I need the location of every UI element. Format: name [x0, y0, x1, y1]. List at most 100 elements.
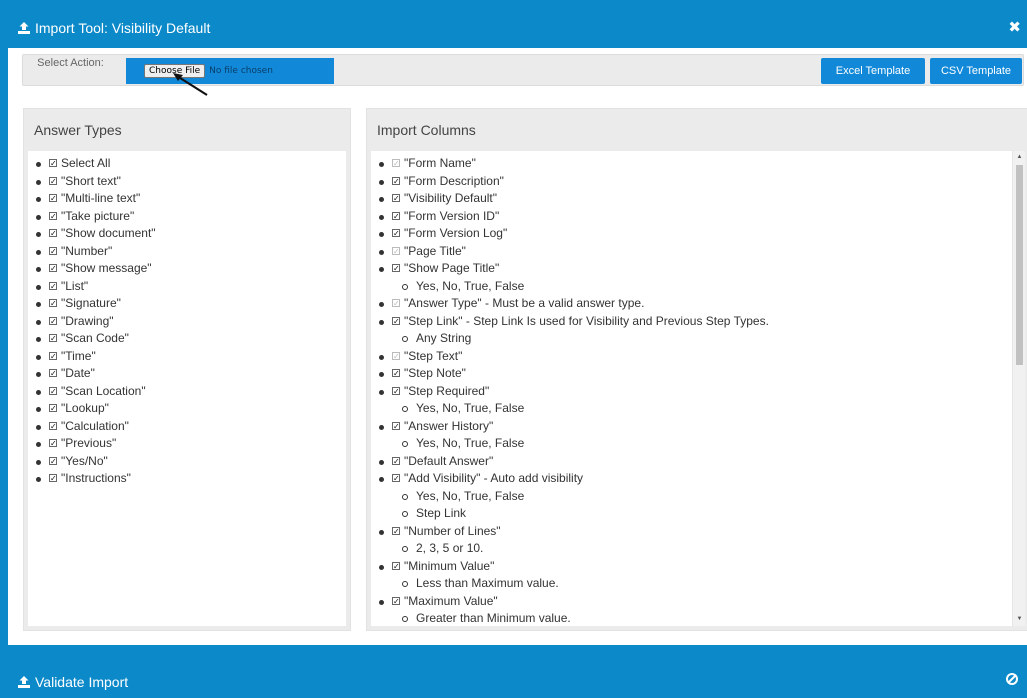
import-columns-list-container: ✓ "Form Name" ✓ "Form Description" ✓ "Visibil… — [371, 151, 1025, 626]
import-column-label: "Form Version ID" — [404, 208, 500, 223]
checkbox[interactable]: ✓ — [392, 421, 400, 430]
checkbox[interactable]: ✓ — [49, 351, 57, 360]
import-column-label: "Step Required" — [404, 383, 490, 398]
bullet-icon — [36, 214, 41, 220]
checkbox[interactable]: ✓ — [392, 316, 400, 325]
import-column-item[interactable]: ✓ "Default Answer" — [371, 453, 1025, 471]
import-column-label: "Page Title" — [404, 243, 466, 258]
import-column-item[interactable]: ✓ "Answer History" — [371, 418, 1025, 436]
circle-bullet-icon — [402, 441, 408, 447]
checkbox[interactable]: ✓ — [49, 194, 57, 202]
import-column-item[interactable]: ✓ "Step Text" — [371, 348, 1025, 366]
answer-type-item[interactable]: ✓ "List" — [28, 278, 346, 296]
answer-type-item[interactable]: ✓ "Previous" — [28, 435, 346, 453]
circle-bullet-icon — [402, 511, 408, 517]
answer-type-item[interactable]: ✓ "Signature" — [28, 295, 346, 313]
import-column-item[interactable]: ✓ "Step Link" - Step Link Is used for Vis… — [371, 313, 1025, 331]
checkbox[interactable]: ✓ — [392, 456, 400, 465]
bullet-icon — [36, 284, 41, 290]
checkbox[interactable]: ✓ — [392, 526, 400, 535]
import-column-item[interactable]: ✓ "Step Note" — [371, 365, 1025, 383]
scroll-down-icon[interactable]: ▼ — [1013, 613, 1025, 626]
checkbox[interactable]: ✓ — [49, 264, 57, 272]
import-column-subitem: Any String — [371, 330, 1025, 348]
answer-type-item[interactable]: ✓ "Lookup" — [28, 400, 346, 418]
answer-type-item[interactable]: ✓ "Instructions" — [28, 470, 346, 488]
answer-type-item[interactable]: ✓ "Number" — [28, 243, 346, 261]
answer-type-item[interactable]: ✓ "Show document" — [28, 225, 346, 243]
import-column-item[interactable]: ✓ "Maximum Value" — [371, 593, 1025, 611]
scroll-up-icon[interactable]: ▲ — [1013, 151, 1025, 164]
checkbox[interactable]: ✓ — [392, 229, 400, 237]
answer-type-item[interactable]: ✓ "Time" — [28, 348, 346, 366]
import-panel: Select Action: Choose File No file chose… — [8, 48, 1027, 645]
scrollbar[interactable]: ▲ ▼ — [1012, 151, 1025, 626]
answer-type-item[interactable]: ✓ "Multi-line text" — [28, 190, 346, 208]
checkbox[interactable]: ✓ — [49, 439, 57, 447]
checkbox[interactable]: ✓ — [49, 176, 57, 185]
checkbox[interactable]: ✓ — [49, 246, 57, 255]
checkbox[interactable]: ✓ — [392, 386, 400, 395]
checkbox[interactable]: ✓ — [49, 281, 57, 290]
checkbox[interactable]: ✓ — [392, 264, 400, 272]
answer-type-label: "List" — [61, 278, 89, 293]
answer-type-label: "Instructions" — [61, 471, 131, 485]
file-input[interactable]: Choose File No file chosen — [126, 58, 334, 84]
checkbox[interactable]: ✓ — [392, 596, 400, 605]
checkbox[interactable]: ✓ — [392, 176, 400, 185]
answer-type-item[interactable]: ✓ "Scan Location" — [28, 383, 346, 401]
checkbox[interactable]: ✓ — [49, 386, 57, 395]
answer-type-item[interactable]: ✓ "Yes/No" — [28, 453, 346, 471]
checkbox[interactable]: ✓ — [49, 404, 57, 412]
import-column-item[interactable]: ✓ "Form Name" — [371, 155, 1025, 173]
close-icon[interactable]: ✖ — [1008, 18, 1021, 36]
import-column-item[interactable]: ✓ "Number of Lines" — [371, 523, 1025, 541]
checkbox[interactable]: ✓ — [49, 211, 57, 220]
checkbox[interactable]: ✓ — [49, 369, 57, 377]
answer-type-item[interactable]: ✓ "Calculation" — [28, 418, 346, 436]
answer-type-item[interactable]: ✓ "Date" — [28, 365, 346, 383]
checkbox[interactable]: ✓ — [49, 456, 57, 465]
import-column-item[interactable]: ✓ "Answer Type" - Must be a valid answer … — [371, 295, 1025, 313]
checkbox[interactable]: ✓ — [392, 474, 400, 482]
import-column-item[interactable]: ✓ "Form Version ID" — [371, 208, 1025, 226]
answer-type-item[interactable]: ✓ "Drawing" — [28, 313, 346, 331]
answer-type-item[interactable]: ✓ "Short text" — [28, 173, 346, 191]
checkbox[interactable]: ✓ — [49, 316, 57, 325]
import-column-item[interactable]: ✓ "Visibility Default" — [371, 190, 1025, 208]
answer-type-item[interactable]: ✓ "Take picture" — [28, 208, 346, 226]
checkbox[interactable]: ✓ — [49, 299, 57, 307]
checkbox[interactable]: ✓ — [49, 474, 57, 482]
import-column-item[interactable]: ✓ "Add Visibility" - Auto add visibility — [371, 470, 1025, 488]
answer-type-item[interactable]: ✓ "Scan Code" — [28, 330, 346, 348]
answer-type-item[interactable]: ✓ Select All — [28, 155, 346, 173]
answer-type-item[interactable]: ✓ "Show message" — [28, 260, 346, 278]
import-column-item[interactable]: ✓ "Form Version Log" — [371, 225, 1025, 243]
checkbox[interactable]: ✓ — [392, 211, 400, 220]
csv-template-button[interactable]: CSV Template — [930, 58, 1022, 84]
import-column-sublabel: Yes, No, True, False — [416, 436, 525, 450]
import-column-item[interactable]: ✓ "Form Description" — [371, 173, 1025, 191]
answer-types-list-container: ✓ Select All ✓ "Short text" ✓ "Multi-line tex… — [28, 151, 346, 626]
answer-type-label: "Number" — [61, 243, 113, 258]
import-column-sublabel: Any String — [416, 331, 472, 345]
validate-import-button[interactable]: Validate Import — [16, 674, 128, 690]
excel-template-button[interactable]: Excel Template — [821, 58, 925, 84]
bullet-icon — [379, 197, 384, 202]
checkbox[interactable]: ✓ — [392, 369, 400, 377]
checkbox[interactable]: ✓ — [49, 229, 57, 237]
checkbox[interactable]: ✓ — [49, 421, 57, 430]
import-column-label: "Step Note" — [404, 366, 466, 380]
checkbox[interactable]: ✓ — [392, 561, 400, 570]
import-column-sublabel: Yes, No, True, False — [416, 401, 525, 415]
checkbox[interactable]: ✓ — [49, 334, 57, 342]
import-column-item[interactable]: ✓ "Minimum Value" — [371, 558, 1025, 576]
scroll-thumb[interactable] — [1016, 165, 1023, 365]
import-column-item[interactable]: ✓ "Show Page Title" — [371, 260, 1025, 278]
import-column-item[interactable]: ✓ "Step Required" — [371, 383, 1025, 401]
import-column-item[interactable]: ✓ "Page Title" — [371, 243, 1025, 261]
bullet-icon — [36, 442, 41, 447]
checkbox[interactable]: ✓ — [49, 159, 57, 167]
checkbox[interactable]: ✓ — [392, 194, 400, 202]
ban-icon[interactable] — [1005, 672, 1019, 686]
